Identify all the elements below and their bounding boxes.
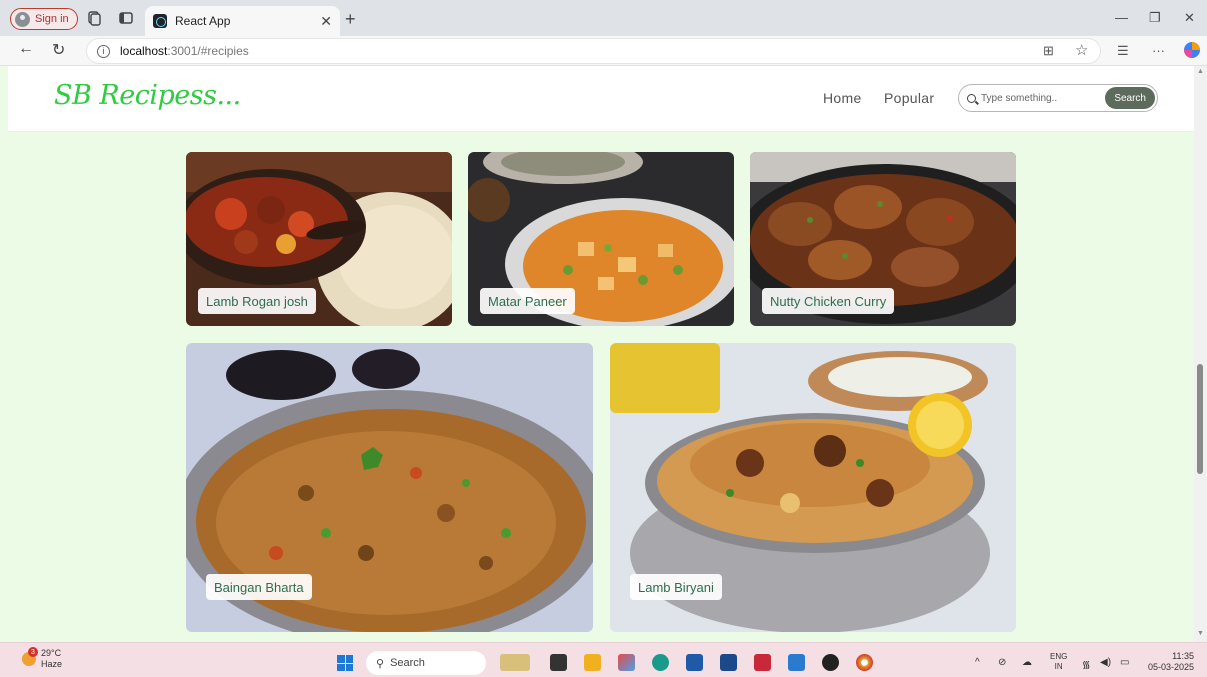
taskbar-search-icon: ⚲ <box>376 657 385 670</box>
file-explorer-icon[interactable] <box>584 654 601 671</box>
lang-top: ENG <box>1050 652 1068 661</box>
recipe-search: Search <box>958 84 1158 112</box>
tray-app-icon[interactable]: ⊘ <box>998 657 1006 668</box>
search-button[interactable]: Search <box>1105 87 1155 109</box>
recipe-title: Lamb Biryani <box>630 574 722 600</box>
scroll-down-icon[interactable]: ▼ <box>1197 630 1204 637</box>
mcafee-icon[interactable] <box>754 654 771 671</box>
task-view-icon[interactable] <box>550 654 567 671</box>
workspaces-icon[interactable] <box>86 10 102 26</box>
copilot-app-icon[interactable] <box>618 654 635 671</box>
page-scrollbar[interactable]: ▲ ▼ <box>1194 66 1207 642</box>
url-host: localhost <box>120 44 168 58</box>
system-clock[interactable]: 11:35 05-03-2025 <box>1146 651 1194 673</box>
nav-popular-link[interactable]: Popular <box>884 90 934 106</box>
language-indicator[interactable]: ENG IN <box>1050 652 1067 672</box>
close-window-icon[interactable]: ✕ <box>1184 10 1195 26</box>
start-menu-icon[interactable] <box>337 655 353 671</box>
wifi-icon[interactable]: ᯾ <box>1082 657 1091 671</box>
close-tab-icon[interactable]: ✕ <box>320 13 332 30</box>
weather-condition: Haze <box>41 659 63 669</box>
url-path: :3001/#recipies <box>167 44 249 58</box>
windows-taskbar: 3 29°C Haze ⚲ Search ^ ⊘ ☁ ENG IN ᯾ ◀) ▭… <box>0 642 1207 677</box>
battery-icon[interactable]: ▭ <box>1120 657 1129 668</box>
copilot-icon[interactable] <box>1183 41 1201 59</box>
weather-widget[interactable]: 3 29°C Haze <box>22 647 63 670</box>
volume-icon[interactable]: ◀) <box>1100 657 1111 668</box>
url-bar[interactable]: i localhost :3001/#recipies <box>86 38 1101 64</box>
recipe-title: Matar Paneer <box>480 288 575 314</box>
temperature: 29°C <box>41 648 62 658</box>
obs-icon[interactable] <box>822 654 839 671</box>
more-menu-icon[interactable]: ··· <box>1152 43 1165 58</box>
tab-title: React App <box>175 14 231 28</box>
taskbar-search-label: Search <box>390 657 425 669</box>
favorites-list-icon[interactable]: ☰ <box>1117 43 1129 59</box>
browser-tab-bar: Sign in React App ✕ + — ❐ ✕ <box>0 0 1207 36</box>
back-icon[interactable]: ← <box>18 40 34 58</box>
signin-label: Sign in <box>35 13 69 25</box>
search-input[interactable] <box>981 92 1101 104</box>
tray-cloud-icon[interactable]: ☁ <box>1022 657 1032 668</box>
recipe-title: Lamb Rogan josh <box>198 288 316 314</box>
tab-actions-icon[interactable] <box>118 10 134 26</box>
recipe-card-matar-paneer[interactable]: Matar Paneer <box>468 152 734 326</box>
weather-badge: 3 <box>28 647 38 657</box>
browser-tab[interactable]: React App ✕ <box>145 6 340 36</box>
site-logo[interactable]: SB Recipess... <box>54 80 241 111</box>
lang-bottom: IN <box>1054 662 1063 671</box>
restore-icon[interactable]: ❐ <box>1149 10 1161 26</box>
search-icon <box>967 93 976 103</box>
widgets-icon[interactable] <box>500 654 530 671</box>
recipe-title: Baingan Bharta <box>206 574 312 600</box>
profile-icon <box>15 11 30 27</box>
address-toolbar: ← ↻ i localhost :3001/#recipies ⊞ ☆ ☰ ··… <box>0 36 1207 66</box>
scroll-up-icon[interactable]: ▲ <box>1197 68 1204 75</box>
clock-date: 05-03-2025 <box>1147 662 1194 672</box>
tray-overflow-icon[interactable]: ^ <box>975 657 980 668</box>
clock-time: 11:35 <box>1172 651 1194 661</box>
nav-home-link[interactable]: Home <box>823 90 862 106</box>
recipe-title: Nutty Chicken Curry <box>762 288 895 314</box>
profile-signin-button[interactable]: Sign in <box>10 8 78 30</box>
taskbar-search[interactable]: ⚲ Search <box>366 651 486 675</box>
recipe-card-baingan-bharta[interactable]: Baingan Bharta <box>186 343 593 632</box>
recipe-card-lamb-rogan-josh[interactable]: Lamb Rogan josh <box>186 152 452 326</box>
minimize-icon[interactable]: — <box>1115 10 1128 25</box>
split-screen-icon[interactable]: ⊞ <box>1043 43 1054 59</box>
recipe-card-lamb-biryani[interactable]: Lamb Biryani <box>610 343 1016 632</box>
react-favicon-icon <box>153 14 167 28</box>
dell-app-icon[interactable] <box>720 654 737 671</box>
page-viewport: SB Recipess... Home Popular Search Lamb … <box>0 66 1194 642</box>
vscode-icon[interactable] <box>788 654 805 671</box>
edge-icon[interactable] <box>652 654 669 671</box>
favorite-star-icon[interactable]: ☆ <box>1075 41 1088 59</box>
new-tab-icon[interactable]: + <box>345 9 356 30</box>
chrome-icon[interactable] <box>856 654 873 671</box>
recipe-card-nutty-chicken-curry[interactable]: Nutty Chicken Curry <box>750 152 1016 326</box>
site-info-icon[interactable]: i <box>97 44 110 58</box>
site-header: SB Recipess... Home Popular Search <box>8 66 1194 132</box>
weather-sun-icon: 3 <box>22 647 38 666</box>
refresh-icon[interactable]: ↻ <box>52 40 65 60</box>
scrollbar-thumb[interactable] <box>1197 364 1203 474</box>
store-icon[interactable] <box>686 654 703 671</box>
